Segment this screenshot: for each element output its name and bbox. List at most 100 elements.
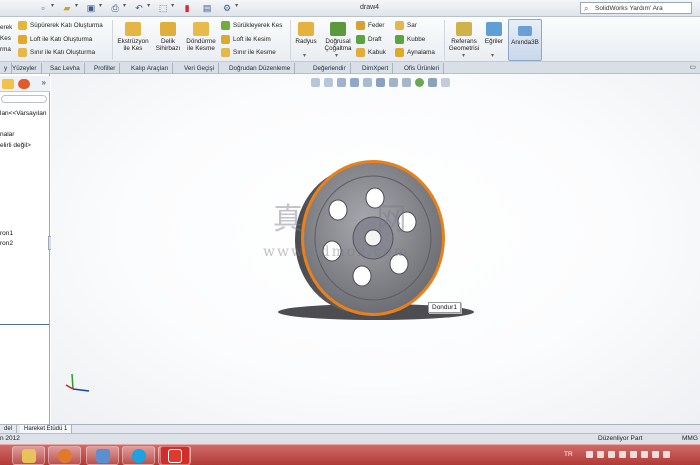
help-search-input[interactable]: ⌕ SolidWorks Yardım' Ara [580, 2, 692, 14]
boundary-boss-label: Sınır ile Katı Oluşturma [30, 49, 96, 56]
feature-manager-panel: » lan<<Varsayılan nalar elirli değil> ro… [0, 74, 50, 424]
boundary-boss-button[interactable]: Sınır ile Katı Oluşturma [18, 48, 95, 57]
mirror-button[interactable]: Aynalama [395, 48, 435, 57]
tab-data-migration[interactable]: Veri Geçişi [180, 63, 220, 74]
tab-direct-editing[interactable]: Doğrudan Düzenleme [225, 63, 296, 74]
chevron-down-icon[interactable]: ▾ [462, 52, 465, 59]
dome-button[interactable]: Kubbe [395, 35, 425, 44]
fillet-label: Radyus [295, 38, 317, 45]
window-title: draw4 [360, 4, 380, 11]
revolve-cut-icon [193, 22, 209, 36]
tray-icon[interactable] [586, 451, 593, 458]
tray-icon[interactable] [641, 451, 648, 458]
tab-mold-tools[interactable]: Kalıp Araçları [127, 63, 174, 74]
draft-button[interactable]: Draft [356, 35, 382, 44]
select-icon[interactable]: ⬚ [156, 2, 170, 14]
chevron-down-icon[interactable]: ▾ [51, 2, 54, 14]
boundary-cut-button[interactable]: Sınır ile Kesme [221, 48, 276, 57]
sweep-boss-button[interactable]: Süpürerek Katı Oluşturma [18, 21, 103, 30]
extrude-cut-button[interactable]: Ekstrüzyon ile Kes [116, 22, 150, 52]
linear-pattern-button[interactable]: Doğrusal Çoğaltma [321, 22, 355, 52]
tab-dimxpert[interactable]: DimXpert [358, 63, 394, 74]
print-icon[interactable]: ⎙ [108, 2, 122, 14]
chevron-down-icon[interactable]: ▾ [99, 2, 102, 14]
extrude-cut-icon [125, 22, 141, 36]
loft-cut-button[interactable]: Loft ile Kesim [221, 35, 271, 44]
undo-icon[interactable]: ↶ [132, 2, 146, 14]
tree-filter-input[interactable] [1, 95, 47, 103]
chevron-down-icon[interactable]: ▾ [335, 52, 338, 59]
taskbar-skype[interactable] [122, 446, 155, 465]
appearance-icon[interactable] [18, 79, 30, 89]
tray-icon[interactable] [597, 451, 604, 458]
loft-boss-button[interactable]: Loft ile Katı Oluşturma [18, 35, 92, 44]
wrap-button[interactable]: Sar [395, 21, 417, 30]
tray-icon[interactable] [608, 451, 615, 458]
chevron-down-icon[interactable]: ▾ [147, 2, 150, 14]
tree-item-material[interactable]: elirli değil> [0, 142, 31, 149]
reference-geometry-button[interactable]: Referans Geometrisi [447, 22, 481, 52]
taskbar-firefox[interactable] [48, 446, 81, 465]
ribbon-left-label-3[interactable]: rma [0, 46, 11, 53]
rollback-bar[interactable] [0, 324, 49, 325]
revolve-cut-button[interactable]: Döndürme ile Kesme [185, 22, 217, 52]
chevron-down-icon[interactable]: ▾ [75, 2, 78, 14]
open-file-icon[interactable]: ▰ [60, 2, 74, 14]
instant3d-button[interactable]: Anında3B [508, 19, 542, 61]
tray-icon[interactable] [619, 451, 626, 458]
tree-item-feature-2[interactable]: ron2 [0, 240, 13, 247]
curves-button[interactable]: Eğriler [482, 22, 506, 45]
ref-geometry-label-2: Geometrisi [448, 45, 480, 52]
shell-button[interactable]: Kabuk [356, 48, 386, 57]
rib-button[interactable]: Feder [356, 21, 384, 30]
revolve-cut-label-1: Döndürme [186, 38, 216, 45]
chevron-down-icon[interactable]: ▾ [123, 2, 126, 14]
graphics-area[interactable]: 真 网 www.3dmox.com Dondur1 [51, 74, 700, 424]
taskbar-solidworks[interactable] [160, 446, 190, 465]
tab-office-products[interactable]: Ofis Ürünleri [400, 63, 444, 74]
mirror-icon [395, 48, 404, 57]
rebuild-icon[interactable]: ▮ [180, 2, 194, 14]
options-icon[interactable]: ⚙ [220, 2, 234, 14]
new-file-icon[interactable]: ▫ [36, 2, 50, 14]
tray-icon[interactable] [630, 451, 637, 458]
tab-evaluate[interactable]: Değerlendir [309, 63, 351, 74]
linear-pattern-label-1: Doğrusal [325, 38, 351, 45]
tray-language[interactable]: TR [564, 451, 573, 458]
tree-item-annotations[interactable]: nalar [0, 131, 14, 138]
chevron-down-icon[interactable]: ▾ [491, 52, 494, 59]
dome-icon [395, 35, 404, 44]
chevron-down-icon[interactable]: ▾ [235, 2, 238, 14]
taskbar-network[interactable] [86, 446, 119, 465]
ribbon-separator [290, 20, 291, 60]
ribbon-left-label-2[interactable]: Kes [0, 35, 11, 42]
curves-label: Eğriler [484, 38, 504, 45]
chevron-down-icon[interactable]: ▾ [171, 2, 174, 14]
tree-item-config[interactable]: lan<<Varsayılan [0, 110, 47, 117]
save-icon[interactable]: ▣ [84, 2, 98, 14]
tab-sheet-metal[interactable]: Sac Levha [46, 63, 85, 74]
tree-item-feature-1[interactable]: ron1 [0, 230, 13, 237]
tray-icon[interactable] [652, 451, 659, 458]
rib-label: Feder [368, 22, 385, 29]
status-mode: Düzenliyor Part [598, 435, 643, 442]
model-motion-tabs: del Hareket Etüdü 1 [0, 424, 700, 434]
draft-icon [356, 35, 365, 44]
status-units[interactable]: MMG [682, 435, 698, 442]
command-tabs: y Yüzeyler Sac Levha Profiller Kalıp Ara… [0, 62, 700, 74]
property-manager-icon[interactable] [2, 79, 14, 89]
restore-icon[interactable]: ▭ [689, 63, 696, 71]
hole-wizard-button[interactable]: Delik Sihirbazı [153, 22, 183, 52]
fillet-button[interactable]: Radyus [293, 22, 319, 45]
tray-icon[interactable] [663, 451, 670, 458]
chevron-right-icon[interactable]: » [42, 78, 46, 87]
sweep-boss-label: Süpürerek Katı Oluşturma [30, 22, 103, 29]
tab-weldments[interactable]: Profiller [90, 63, 121, 74]
ribbon-left-label-1[interactable]: erek [0, 24, 12, 31]
tab-surfaces[interactable]: Yüzeyler [8, 63, 42, 74]
chevron-down-icon[interactable]: ▾ [303, 52, 306, 59]
file-properties-icon[interactable]: ▤ [200, 2, 214, 14]
taskbar-explorer[interactable] [12, 446, 45, 465]
sweep-cut-button[interactable]: Sürükleyerek Kes [221, 21, 282, 30]
curves-icon [486, 22, 502, 36]
